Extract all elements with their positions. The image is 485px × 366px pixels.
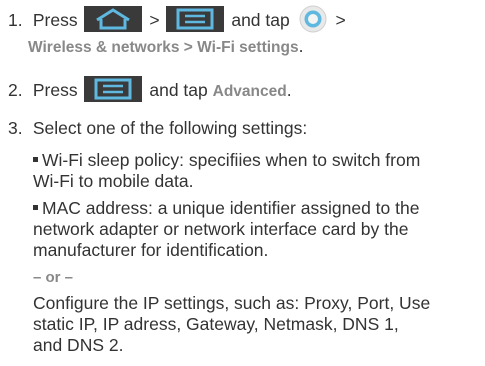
paragraph-line: Configure the IP settings, such as: Prox… [33, 293, 431, 313]
step-number: 2. [8, 80, 23, 100]
bullet-text: network adapter or network interface car… [33, 219, 409, 239]
bullet-text: manufacturer for identification. [33, 240, 269, 260]
home-key-icon [84, 6, 143, 32]
step-text: Press [32, 10, 78, 30]
step-text: Press [32, 80, 78, 100]
instruction-page: 1. Press > and tap > Wireless & networks… [0, 0, 485, 366]
bullet-item-sleep-policy: Wi-Fi sleep policy: specifiies when to s… [33, 150, 420, 192]
step-text: and tap [149, 80, 208, 100]
paragraph-line: static IP, IP adress, Gateway, Netmask, … [33, 314, 399, 334]
bullet-text: Wi-Fi to mobile data. [33, 171, 194, 191]
punctuation: . [286, 80, 292, 100]
step-number: 3. [8, 118, 23, 138]
punctuation: . [298, 36, 304, 56]
step-3: 3. Select one of the following settings: [8, 118, 307, 139]
step-text: and tap [231, 10, 290, 30]
advanced-option: Advanced [212, 83, 287, 100]
or-divider: – or – [33, 269, 74, 286]
step-1: 1. Press > and tap > Wireless & networks… [8, 5, 346, 58]
bullet-text: Wi-Fi sleep policy: specifiies when to s… [42, 150, 421, 170]
bullet-marker [33, 205, 38, 210]
step-2: 2. Press and tap Advanced. [8, 76, 292, 102]
separator: > [335, 10, 346, 30]
paragraph-line: and DNS 2. [33, 335, 124, 355]
menu-key-icon [84, 76, 143, 102]
bullet-text: MAC address: a unique identifier assigne… [42, 198, 420, 218]
menu-key-icon [166, 6, 225, 32]
settings-icon [299, 5, 327, 33]
step-text: Select one of the following settings: [32, 118, 308, 138]
bullet-item-mac-address: MAC address: a unique identifier assigne… [33, 198, 419, 261]
ip-settings-paragraph: Configure the IP settings, such as: Prox… [33, 293, 430, 356]
step-number: 1. [8, 10, 23, 30]
bullet-marker [33, 157, 38, 162]
menu-path: Wireless & networks > Wi-Fi settings [28, 39, 299, 56]
separator: > [149, 10, 160, 30]
